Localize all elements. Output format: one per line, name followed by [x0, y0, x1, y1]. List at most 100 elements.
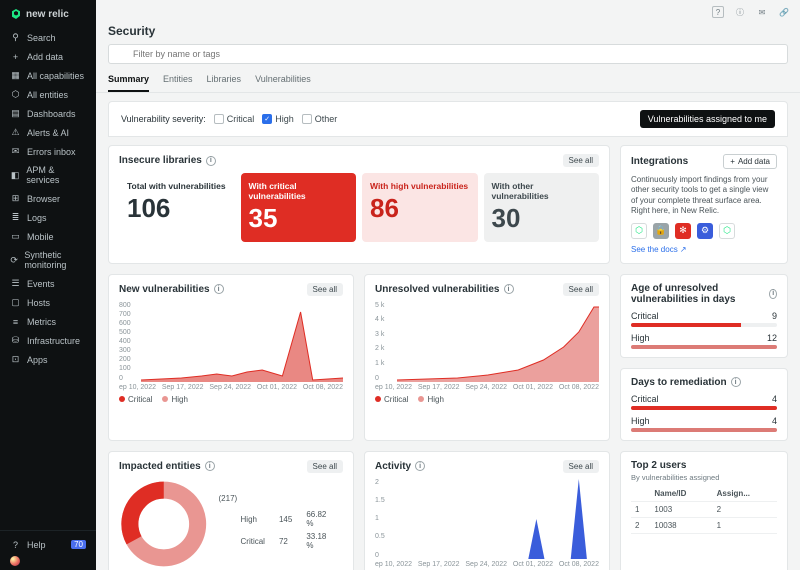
critical-remediation-bar: [631, 406, 777, 410]
card-title-text: New vulnerabilities: [119, 284, 210, 295]
lib-critical: With critical vulnerabilities35: [241, 173, 357, 242]
new-vuln-chart: 8007006005004003002001000: [119, 302, 343, 382]
nav-item[interactable]: ⊞ Browser: [0, 189, 96, 208]
info-icon[interactable]: i: [205, 461, 215, 471]
help-center-icon[interactable]: ?: [712, 6, 724, 18]
see-docs-link[interactable]: See the docs ↗: [631, 245, 687, 254]
insecure-libraries-card: Insecure librariesi See all Total with v…: [108, 145, 610, 264]
table-row[interactable]: 110032: [631, 501, 777, 517]
see-all-button[interactable]: See all: [307, 460, 343, 473]
nav-label: All capabilities: [27, 71, 84, 81]
impacted-total: (217): [219, 494, 343, 503]
nav-item[interactable]: ⚠Alerts & AI: [0, 123, 96, 142]
info-icon[interactable]: i: [731, 377, 741, 387]
nav-icon: ▦: [10, 70, 21, 81]
integrations-desc: Continuously import findings from your o…: [631, 175, 777, 217]
nav-label: Browser: [27, 194, 60, 204]
nav-item[interactable]: ▤ Dashboards: [0, 104, 96, 123]
nav-icon: ▤: [10, 108, 21, 119]
nav-item[interactable]: ▦ All capabilities: [0, 66, 96, 85]
tabs: Summary Entities Libraries Vulnerabilities: [96, 70, 800, 93]
integration-icon[interactable]: ✻: [675, 223, 691, 239]
integration-icon[interactable]: ⚙: [697, 223, 713, 239]
nav-label: Alerts & AI: [27, 128, 69, 138]
tab-vulnerabilities[interactable]: Vulnerabilities: [255, 70, 311, 92]
nav-icon: ⛁: [10, 335, 21, 346]
nav-label: Add data: [27, 52, 63, 62]
help-link[interactable]: ? Help 70: [0, 535, 96, 554]
nav-label: Infrastructure: [27, 336, 80, 346]
nav-icon: ⟳: [10, 255, 18, 266]
tab-entities[interactable]: Entities: [163, 70, 193, 92]
nav-item[interactable]: ≡Metrics: [0, 312, 96, 331]
info-icon[interactable]: ⓘ: [734, 6, 746, 18]
tab-libraries[interactable]: Libraries: [207, 70, 242, 92]
assigned-to-me-button[interactable]: Vulnerabilities assigned to me: [640, 110, 775, 128]
donut-chart: [119, 479, 209, 569]
nav-item[interactable]: ◧APM & services: [0, 161, 96, 189]
nav-list: ⚲Search + Add data ▦ All capabilities ⬡All en…: [0, 28, 96, 530]
nav-item[interactable]: ▢Hosts: [0, 293, 96, 312]
integration-icon[interactable]: ⬡: [631, 223, 647, 239]
info-icon[interactable]: i: [769, 289, 777, 299]
help-badge: 70: [71, 540, 86, 549]
nav-item[interactable]: ⊡Apps: [0, 350, 96, 369]
tab-summary[interactable]: Summary: [108, 70, 149, 92]
lib-other: With other vulnerabilities30: [484, 173, 600, 242]
nav-item[interactable]: ☰ Events: [0, 274, 96, 293]
nav-item[interactable]: ⟳ Synthetic monitoring: [0, 246, 96, 274]
top-users-card: Top 2 users By vulnerabilities assigned …: [620, 451, 788, 570]
brand-logo[interactable]: new relic: [0, 0, 96, 28]
nav-item[interactable]: ⬡All entities: [0, 85, 96, 104]
integration-icon[interactable]: 🔒: [653, 223, 669, 239]
card-title-text: Days to remediation: [631, 377, 727, 388]
help-label: Help: [27, 540, 46, 550]
nav-icon: ▢: [10, 297, 21, 308]
nav-label: Events: [27, 279, 55, 289]
nav-icon: ◧: [10, 170, 20, 181]
see-all-button[interactable]: See all: [563, 283, 599, 296]
nav-icon: ≣: [10, 212, 21, 223]
avatar[interactable]: [10, 556, 20, 566]
info-icon[interactable]: i: [415, 461, 425, 471]
nav-item[interactable]: ≣ Logs: [0, 208, 96, 227]
nav-icon: ⊡: [10, 354, 21, 365]
info-icon[interactable]: i: [206, 156, 216, 166]
severity-high-toggle[interactable]: ✓High: [262, 114, 294, 124]
card-title-text: Unresolved vulnerabilities: [375, 284, 500, 295]
filter-input[interactable]: [108, 44, 788, 64]
severity-critical-toggle[interactable]: Critical: [214, 114, 255, 124]
nav-icon: +: [10, 51, 21, 62]
add-data-button[interactable]: +Add data: [723, 154, 777, 169]
share-icon[interactable]: 🔗: [778, 6, 790, 18]
nav-label: Synthetic monitoring: [24, 250, 86, 270]
nav-item[interactable]: ⛁ Infrastructure: [0, 331, 96, 350]
lib-total: Total with vulnerabilities106: [119, 173, 235, 242]
nav-label: Metrics: [27, 317, 56, 327]
nav-item[interactable]: + Add data: [0, 47, 96, 66]
page-title: Security: [96, 24, 800, 44]
nav-icon: ☰: [10, 278, 21, 289]
info-icon[interactable]: i: [214, 284, 224, 294]
integration-icon[interactable]: ⬡: [719, 223, 735, 239]
nav-item[interactable]: ✉Errors inbox: [0, 142, 96, 161]
nav-item[interactable]: ▭Mobile: [0, 227, 96, 246]
sidebar-footer: ? Help 70: [0, 530, 96, 570]
card-title-text: Impacted entities: [119, 461, 201, 472]
severity-other-toggle[interactable]: Other: [302, 114, 338, 124]
feedback-icon[interactable]: ✉: [756, 6, 768, 18]
nav-label: Dashboards: [27, 109, 76, 119]
see-all-button[interactable]: See all: [307, 283, 343, 296]
integrations-card: Integrations +Add data Continuously impo…: [620, 145, 788, 264]
card-title-text: Age of unresolved vulnerabilities in day…: [631, 283, 765, 305]
help-icon: ?: [10, 539, 21, 550]
card-title-text: Top 2 users: [631, 460, 686, 471]
nav-icon: ⊞: [10, 193, 21, 204]
nav-label: Logs: [27, 213, 47, 223]
table-row[interactable]: 2100381: [631, 517, 777, 533]
nav-item[interactable]: ⚲Search: [0, 28, 96, 47]
top-bar: ? ⓘ ✉ 🔗: [96, 0, 800, 24]
see-all-button[interactable]: See all: [563, 154, 599, 167]
info-icon[interactable]: i: [504, 284, 514, 294]
see-all-button[interactable]: See all: [563, 460, 599, 473]
